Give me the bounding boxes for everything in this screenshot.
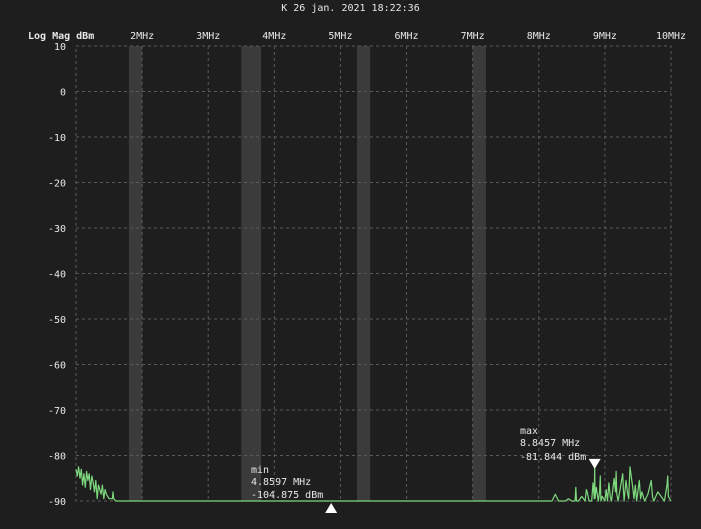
y-tick-label: -60 <box>48 361 66 372</box>
grid-lines <box>75 45 672 502</box>
max-marker-level: -81.844 dBm <box>520 452 586 463</box>
x-tick-label: 8MHz <box>527 31 551 42</box>
x-tick-label: 10MHz <box>656 31 686 42</box>
trace-layer <box>75 463 672 502</box>
min-marker-icon <box>325 503 338 513</box>
min-marker-level: -104.875 dBm <box>251 490 323 501</box>
y-tick-label: -30 <box>48 224 66 235</box>
max-marker-icon <box>588 458 601 469</box>
x-tick-label: 3MHz <box>196 31 220 42</box>
max-marker-frequency: 8.8457 MHz <box>520 438 580 449</box>
y-tick-label: -70 <box>48 406 66 417</box>
y-tick-label: -90 <box>48 497 66 508</box>
spectrum-chart: Log Mag dBm 2MHz 3MHz 4MHz 5MHz 6MHz 7MHz 8MHz… <box>28 31 686 513</box>
min-marker-label: min <box>251 465 269 476</box>
x-tick-label: 5MHz <box>328 31 352 42</box>
y-tick-label: -40 <box>48 270 66 281</box>
series-line <box>75 463 672 502</box>
y-tick-label: 10 <box>54 42 66 53</box>
y-axis-label: Log Mag dBm <box>28 31 94 42</box>
marker-layer: min4.8597 MHz -104.875 dBm max8.8457 MHz -8… <box>251 426 601 513</box>
x-tick-label: 4MHz <box>262 31 286 42</box>
x-tick-label: 2MHz <box>130 31 154 42</box>
y-tick-label: -20 <box>48 179 66 190</box>
y-tick-label: -50 <box>48 315 66 326</box>
x-tick-label: 6MHz <box>395 31 419 42</box>
y-tick-label: 0 <box>60 88 66 99</box>
max-marker-label: max <box>520 426 538 437</box>
x-tick-label: 7MHz <box>461 31 485 42</box>
y-tick-label: -10 <box>48 133 66 144</box>
axis-labels: Log Mag dBm <box>28 31 94 42</box>
y-tick-label: -80 <box>48 452 66 463</box>
x-tick-label: 9MHz <box>593 31 617 42</box>
min-marker-frequency: 4.8597 MHz <box>251 477 311 488</box>
